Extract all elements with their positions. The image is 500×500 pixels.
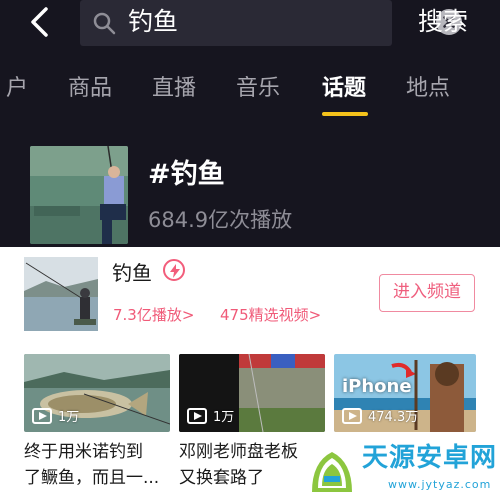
- android-logo-icon: [312, 452, 352, 492]
- top-bar: 钓鱼 搜索: [0, 0, 500, 48]
- search-icon: [93, 12, 116, 35]
- topic-thumbnail[interactable]: [30, 146, 128, 244]
- lightning-icon: [163, 259, 185, 281]
- channel-name[interactable]: 钓鱼: [112, 258, 152, 288]
- fishing-scene-image: [30, 146, 128, 244]
- active-tab-indicator: [322, 112, 368, 116]
- search-query-text: 钓鱼: [128, 7, 179, 36]
- search-button[interactable]: 搜索: [418, 4, 468, 40]
- video-caption-2-line1[interactable]: 邓刚老师盘老板: [179, 440, 307, 464]
- topic-title[interactable]: #钓鱼: [148, 156, 225, 194]
- tab-live[interactable]: 直播: [152, 74, 196, 104]
- play-icon: [342, 408, 362, 424]
- site-watermark: 天源安卓网 www.jytyaz.com: [302, 440, 500, 500]
- channel-thumbnail[interactable]: [24, 257, 98, 331]
- video-view-count: 1万: [213, 410, 235, 425]
- category-tabs: 户 商品 直播 音乐 话题 地点: [0, 66, 500, 116]
- video-card-2[interactable]: 1万: [179, 354, 325, 432]
- watermark-url: www.jytyaz.com: [388, 478, 492, 491]
- video-caption-1-line1[interactable]: 终于用米诺钓到: [24, 440, 143, 464]
- tab-users[interactable]: 户: [6, 74, 28, 104]
- watermark-name: 天源安卓网: [362, 443, 498, 473]
- tab-products[interactable]: 商品: [68, 74, 112, 104]
- tab-places[interactable]: 地点: [406, 74, 450, 104]
- video-caption-1-line2[interactable]: 了鳜鱼，而且一...: [24, 466, 159, 490]
- video-card-1[interactable]: 1万: [24, 354, 170, 432]
- video-card-3[interactable]: iPhone 474.3万: [334, 354, 476, 432]
- channel-featured-videos-link[interactable]: 475精选视频>: [220, 303, 321, 327]
- video-caption-2-line2[interactable]: 又换套路了: [179, 466, 264, 490]
- search-results-header: 钓鱼 搜索 户 商品 直播 音乐 话题 地点 #钓鱼 684.9亿次播放: [0, 0, 500, 247]
- play-icon: [32, 408, 52, 424]
- back-button[interactable]: [26, 6, 54, 38]
- tab-topics[interactable]: 话题: [322, 74, 366, 104]
- enter-channel-button[interactable]: 进入频道: [379, 274, 475, 312]
- play-icon: [187, 408, 207, 424]
- topic-play-count: 684.9亿次播放: [148, 208, 293, 232]
- video-view-count: 1万: [58, 410, 80, 425]
- tab-music[interactable]: 音乐: [236, 74, 280, 104]
- video-overlay-text: iPhone: [342, 376, 412, 397]
- chevron-left-icon: [31, 7, 48, 37]
- channel-play-count-link[interactable]: 7.3亿播放>: [113, 303, 194, 327]
- search-input[interactable]: 钓鱼: [80, 0, 462, 46]
- video-view-count: 474.3万: [368, 410, 419, 425]
- fishing-lake-image: [24, 257, 98, 331]
